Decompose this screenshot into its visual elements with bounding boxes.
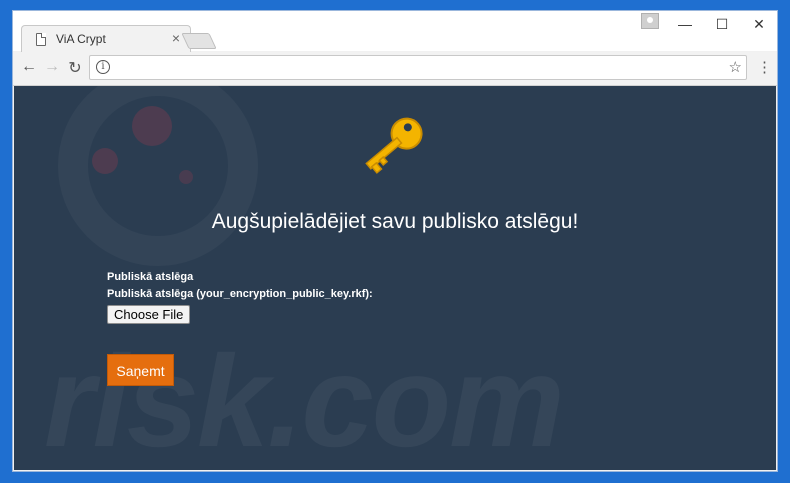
file-label: Publiskā atslēga (your_encryption_public… [107,288,373,300]
maximize-button[interactable]: ☐ [710,15,734,33]
browser-window: ViA Crypt × — ☐ ✕ ← → ↻ i ☆ ⋮ risk.com A… [12,10,778,472]
tab-title: ViA Crypt [56,32,106,46]
submit-button[interactable]: Saņemt [107,354,174,386]
key-icon [365,117,423,174]
minimize-button[interactable]: — [673,15,697,33]
toolbar: ← → ↻ i ☆ ⋮ [13,52,777,86]
choose-file-button[interactable]: Choose File [107,305,191,324]
back-arrow-icon[interactable]: ← [19,58,39,76]
title-bar: ViA Crypt × — ☐ ✕ [13,11,777,52]
close-window-button[interactable]: ✕ [747,15,771,33]
reload-icon[interactable]: ↻ [65,58,85,78]
page-content: risk.com Augšupielādējiet savu publisko … [14,86,776,470]
tab-close-icon[interactable]: × [172,30,180,46]
forward-arrow-icon[interactable]: → [42,58,62,76]
public-key-label: Publiskā atslēga [107,271,194,283]
tab-via-crypt[interactable]: ViA Crypt × [21,25,191,52]
menu-icon[interactable]: ⋮ [757,58,772,76]
watermark-dot [74,206,334,208]
upload-form: Publiskā atslēga Publiskā atslēga (your_… [107,271,373,324]
watermark-text: risk.com [44,328,565,470]
watermark-dot [92,148,118,174]
watermark-dot [132,106,172,146]
page-title: Augšupielādējiet savu publisko atslēgu! [211,210,579,233]
watermark-dot [179,170,193,184]
page-icon [36,33,46,46]
bookmark-star-icon[interactable]: ☆ [729,58,742,76]
info-icon[interactable]: i [96,60,110,74]
profile-icon[interactable] [641,13,659,29]
address-bar[interactable]: i ☆ [89,55,747,80]
